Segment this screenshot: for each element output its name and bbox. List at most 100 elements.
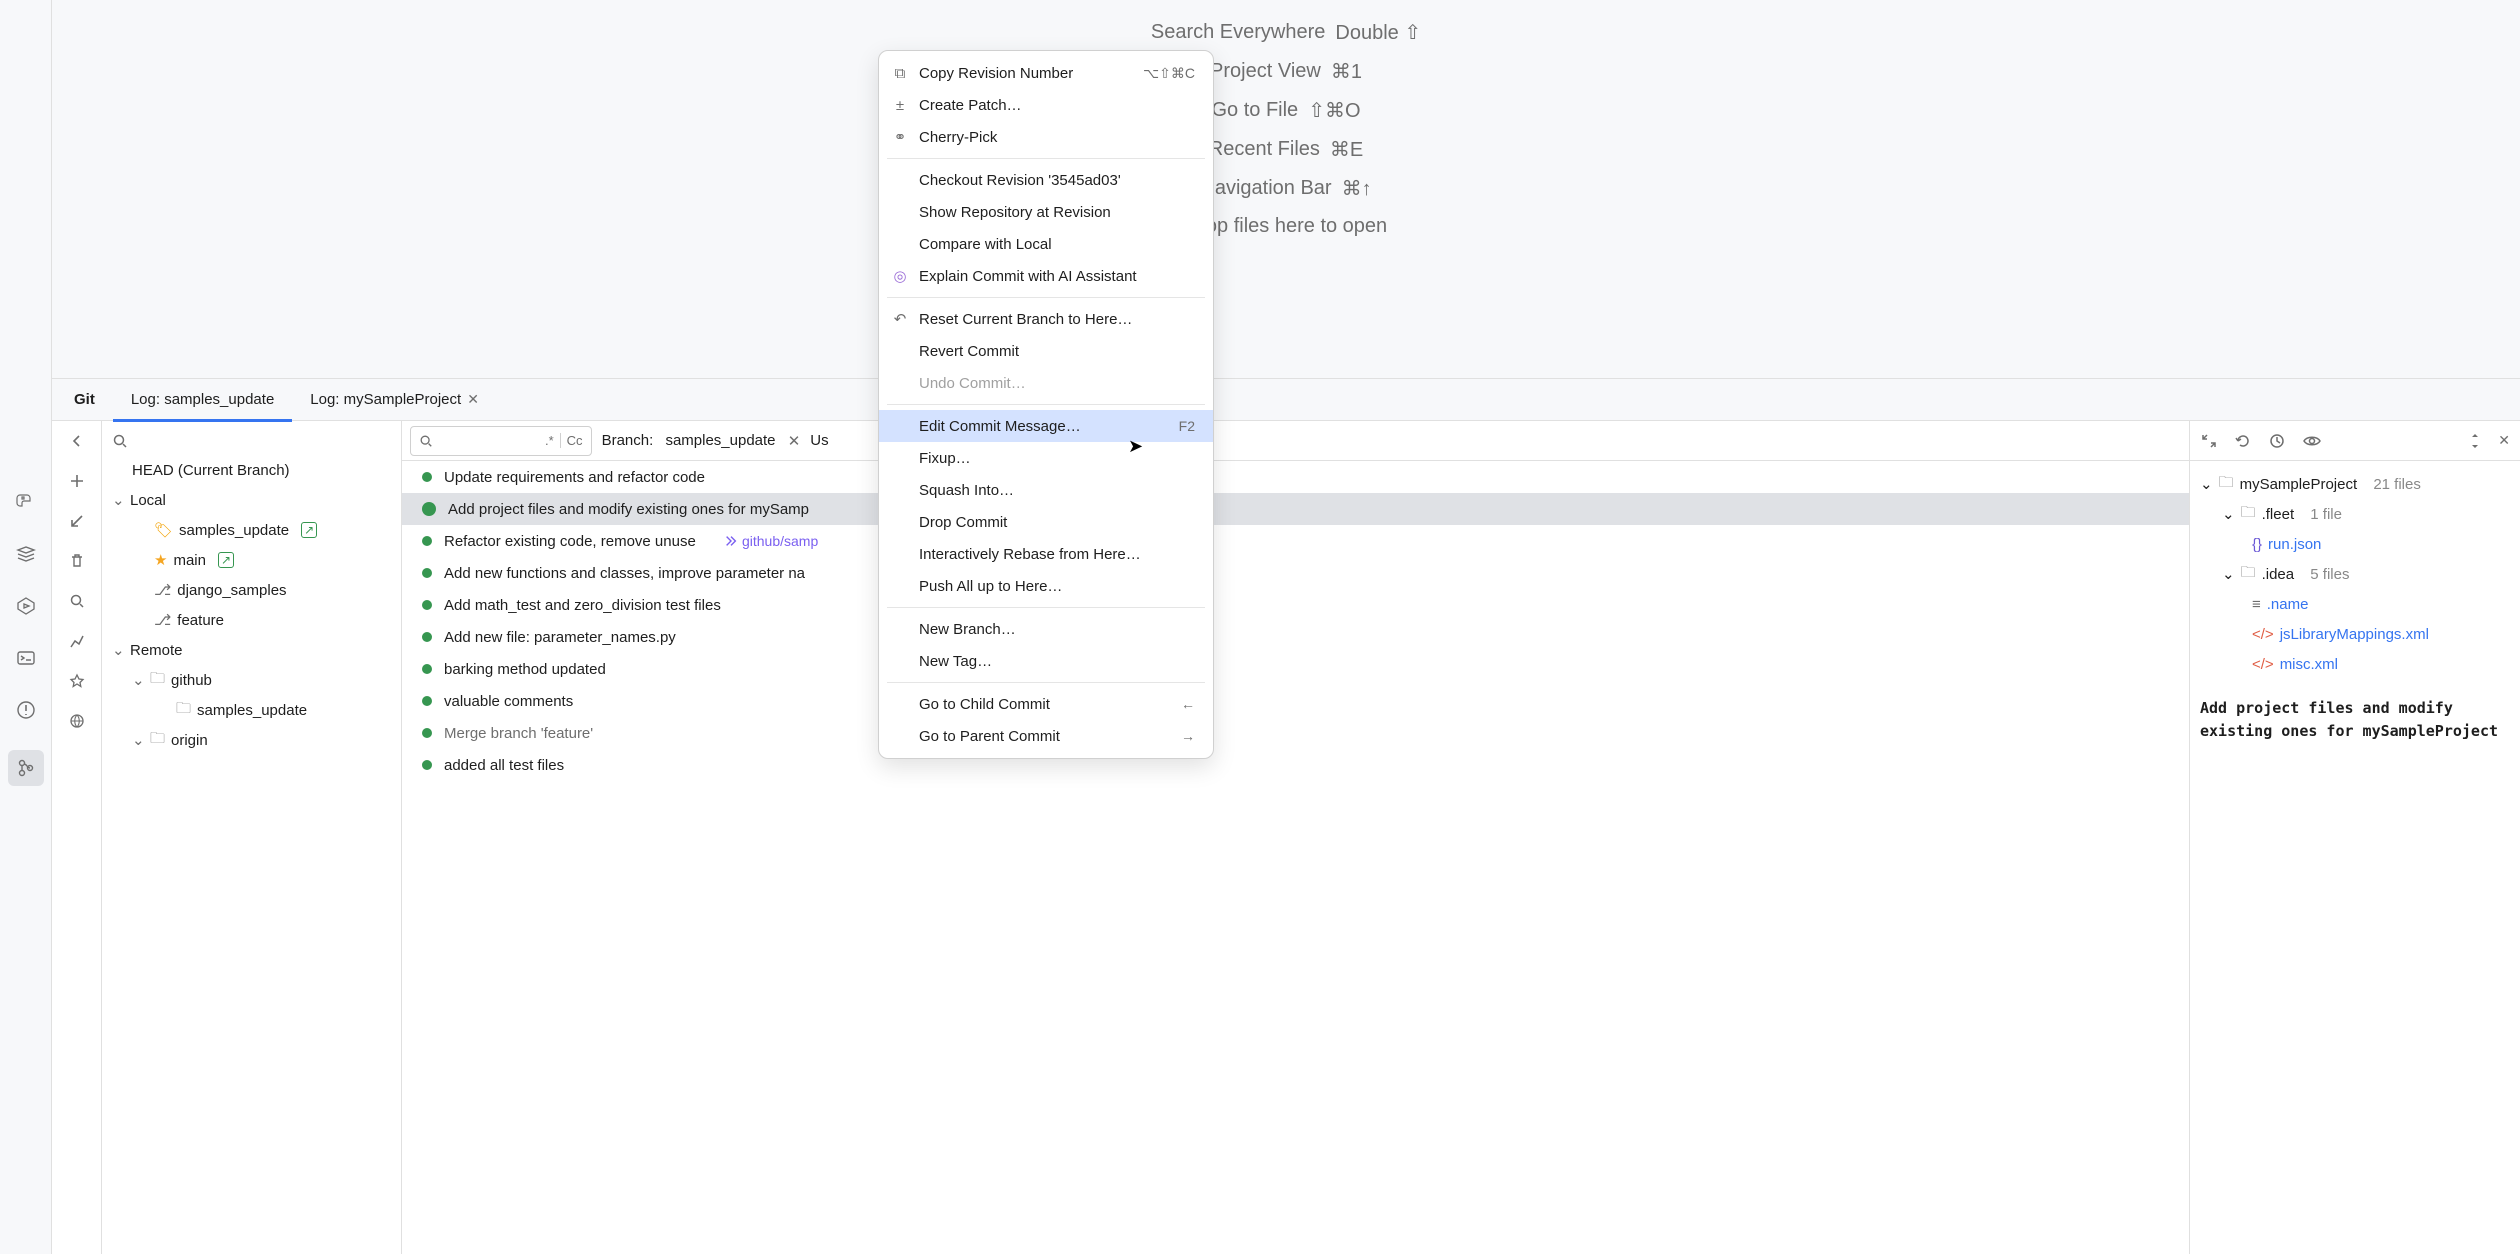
terminal-icon[interactable] xyxy=(14,646,38,670)
menu-fixup[interactable]: Fixup… xyxy=(879,442,1213,474)
xml-icon: </> xyxy=(2252,656,2274,673)
commit-details: ✕ ⌄🗀mySampleProject 21 files ⌄🗀.fleet 1 … xyxy=(2190,421,2520,1254)
menu-push-up-to[interactable]: Push All up to Here… xyxy=(879,570,1213,602)
graph-dot-icon xyxy=(422,600,432,610)
tab-git[interactable]: Git xyxy=(56,379,113,421)
menu-new-tag[interactable]: New Tag… xyxy=(879,645,1213,677)
menu-explain-ai[interactable]: ◎Explain Commit with AI Assistant xyxy=(879,260,1213,292)
tip-navbar: Navigation Bar ⌘↑ xyxy=(1200,176,1371,201)
regex-toggle[interactable]: .* xyxy=(545,433,554,448)
python-icon[interactable] xyxy=(14,490,38,514)
menu-new-branch[interactable]: New Branch… xyxy=(879,613,1213,645)
close-icon[interactable]: ✕ xyxy=(2498,432,2510,449)
ai-icon: ◎ xyxy=(891,267,909,285)
menu-rebase[interactable]: Interactively Rebase from Here… xyxy=(879,538,1213,570)
menu-cherry-pick[interactable]: ⚭Cherry-Pick xyxy=(879,121,1213,153)
arrow-right-icon: → xyxy=(1181,728,1195,744)
git-icon[interactable] xyxy=(8,750,44,786)
clear-icon[interactable]: ✕ xyxy=(788,432,801,450)
incoming-icon[interactable] xyxy=(67,511,87,531)
commit-row[interactable]: Add project files and modify existing on… xyxy=(402,493,2189,525)
commit-row[interactable]: Add new file: parameter_names.py xyxy=(402,621,2189,653)
menu-drop-commit[interactable]: Drop Commit xyxy=(879,506,1213,538)
trash-icon[interactable] xyxy=(67,551,87,571)
menu-create-patch[interactable]: ±Create Patch… xyxy=(879,89,1213,121)
branch-group-remote[interactable]: ⌄Remote xyxy=(102,635,401,665)
commit-row[interactable]: barking method updated xyxy=(402,653,2189,685)
add-icon[interactable] xyxy=(67,471,87,491)
branch-feature[interactable]: ⎇feature xyxy=(102,605,401,635)
log-filter-input[interactable]: .* Cc xyxy=(410,426,592,456)
tab-log-samples-update[interactable]: Log: samples_update xyxy=(113,379,292,421)
commit-row[interactable]: Add math_test and zero_division test fil… xyxy=(402,589,2189,621)
branch-samples-update[interactable]: 🏷samples_update↗ xyxy=(102,515,401,545)
folder-icon: 🗀 xyxy=(2241,562,2256,587)
folder-icon: 🗀 xyxy=(150,728,165,753)
problems-icon[interactable] xyxy=(14,698,38,722)
git-body: HEAD (Current Branch) ⌄Local 🏷samples_up… xyxy=(52,421,2520,1254)
history-icon[interactable] xyxy=(2268,432,2286,450)
menu-goto-child[interactable]: Go to Child Commit← xyxy=(879,688,1213,720)
graph-dot-icon xyxy=(422,502,436,516)
star-icon[interactable] xyxy=(67,671,87,691)
graph-dot-icon xyxy=(422,696,432,706)
branch-filter[interactable]: Branch: samples_update ✕ xyxy=(602,432,801,450)
graph-icon[interactable] xyxy=(67,631,87,651)
star-icon: ★ xyxy=(154,551,167,569)
menu-copy-revision[interactable]: ⧉Copy Revision Number⌥⇧⌘C xyxy=(879,57,1213,89)
branch-head[interactable]: HEAD (Current Branch) xyxy=(102,455,401,485)
expand-icon[interactable] xyxy=(2468,432,2482,450)
menu-goto-parent[interactable]: Go to Parent Commit→ xyxy=(879,720,1213,752)
file-run-json[interactable]: {}run.json xyxy=(2196,529,2514,559)
graph-dot-icon xyxy=(422,472,432,482)
commit-row[interactable]: Merge branch 'feature' xyxy=(402,717,2189,749)
eye-icon[interactable] xyxy=(2302,432,2322,450)
globe-icon[interactable] xyxy=(67,711,87,731)
folder-idea[interactable]: ⌄🗀.idea 5 files xyxy=(2196,559,2514,589)
branch-main[interactable]: ★main↗ xyxy=(102,545,401,575)
remote-branch-samples-update[interactable]: 🗀samples_update xyxy=(102,695,401,725)
close-icon[interactable]: ✕ xyxy=(467,391,479,408)
branch-icon: ⎇ xyxy=(154,611,171,629)
remote-origin[interactable]: ⌄🗀origin xyxy=(102,725,401,755)
file-misc-xml[interactable]: </>misc.xml xyxy=(2196,649,2514,679)
graph-dot-icon xyxy=(422,664,432,674)
case-toggle[interactable]: Cc xyxy=(560,433,583,448)
tab-log-mysampleproject[interactable]: Log: mySampleProject✕ xyxy=(292,379,497,421)
graph-dot-icon xyxy=(422,760,432,770)
menu-separator xyxy=(887,607,1205,608)
stack-icon[interactable] xyxy=(14,542,38,566)
menu-reset-branch[interactable]: ↶Reset Current Branch to Here… xyxy=(879,303,1213,335)
play-icon[interactable] xyxy=(14,594,38,618)
project-folder[interactable]: ⌄🗀mySampleProject 21 files xyxy=(2196,469,2514,499)
file-name[interactable]: ≡.name xyxy=(2196,589,2514,619)
remote-github[interactable]: ⌄🗀github xyxy=(102,665,401,695)
menu-edit-commit-message[interactable]: Edit Commit Message…F2 xyxy=(879,410,1213,442)
menu-checkout-revision[interactable]: Checkout Revision '3545ad03' xyxy=(879,164,1213,196)
menu-show-repo[interactable]: Show Repository at Revision xyxy=(879,196,1213,228)
menu-squash[interactable]: Squash Into… xyxy=(879,474,1213,506)
copy-icon: ⧉ xyxy=(891,65,909,82)
menu-separator xyxy=(887,682,1205,683)
branches-tree: HEAD (Current Branch) ⌄Local 🏷samples_up… xyxy=(102,421,402,1254)
back-icon[interactable] xyxy=(67,431,87,451)
folder-fleet[interactable]: ⌄🗀.fleet 1 file xyxy=(2196,499,2514,529)
commit-row[interactable]: added all test files xyxy=(402,749,2189,781)
commit-row[interactable]: valuable comments xyxy=(402,685,2189,717)
commit-row[interactable]: Add new functions and classes, improve p… xyxy=(402,557,2189,589)
branch-group-local[interactable]: ⌄Local xyxy=(102,485,401,515)
undo-icon[interactable] xyxy=(2234,432,2252,450)
collapse-icon[interactable] xyxy=(2200,432,2218,450)
file-jslib-xml[interactable]: </>jsLibraryMappings.xml xyxy=(2196,619,2514,649)
user-filter[interactable]: Us xyxy=(810,432,828,449)
patch-icon: ± xyxy=(891,97,909,114)
commit-row[interactable]: Update requirements and refactor code xyxy=(402,461,2189,493)
menu-revert-commit[interactable]: Revert Commit xyxy=(879,335,1213,367)
tag-icon: 🏷 xyxy=(154,521,173,539)
search-icon[interactable] xyxy=(67,591,87,611)
branches-search[interactable] xyxy=(102,427,401,455)
tip-project-view: Project View ⌘1 xyxy=(1210,59,1362,84)
menu-compare-local[interactable]: Compare with Local xyxy=(879,228,1213,260)
branch-django-samples[interactable]: ⎇django_samples xyxy=(102,575,401,605)
commit-row[interactable]: Refactor existing code, remove unuse git… xyxy=(402,525,2189,557)
